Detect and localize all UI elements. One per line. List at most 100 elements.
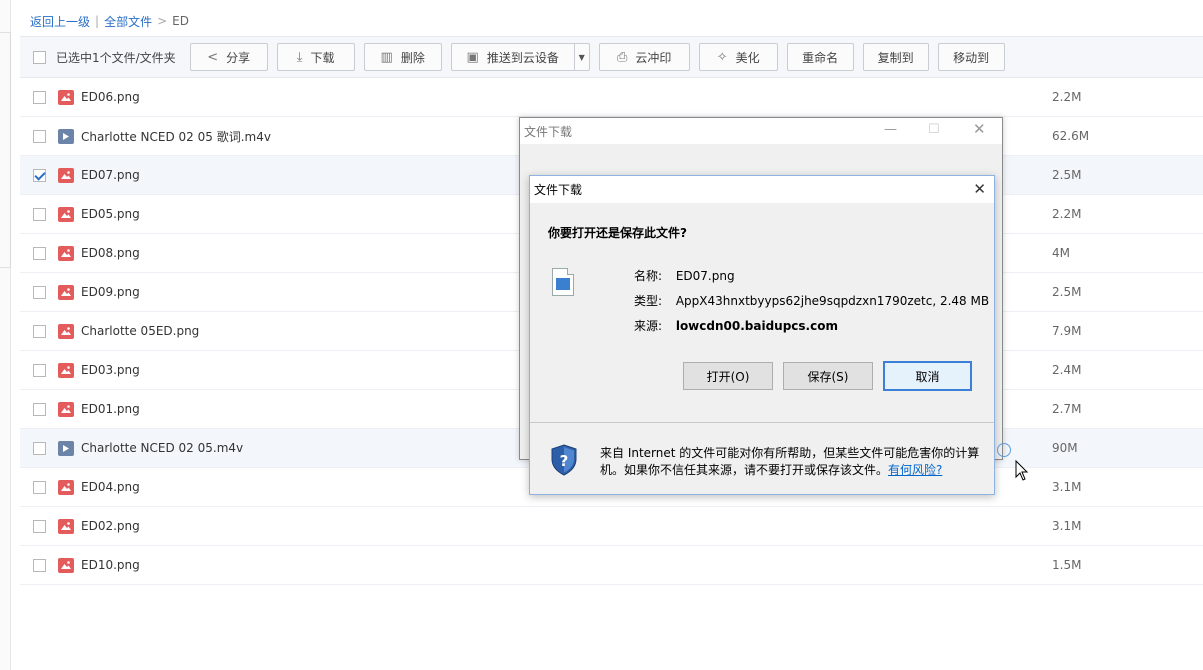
printer-icon: ⎙ xyxy=(616,49,628,65)
file-name[interactable]: ED05.png xyxy=(81,207,140,221)
copy-to-button[interactable]: 复制到 xyxy=(862,43,929,71)
download-label: 下载 xyxy=(310,50,335,65)
file-name[interactable]: ED04.png xyxy=(81,480,140,494)
file-size: 7.9M xyxy=(1052,324,1082,338)
delete-button[interactable]: ▥ 删除 xyxy=(363,43,442,71)
outer-close-icon[interactable]: ✕ xyxy=(973,120,986,138)
print-label: 云冲印 xyxy=(635,50,672,65)
push-dropdown-icon[interactable]: ▼ xyxy=(573,44,589,70)
trash-icon: ▥ xyxy=(380,49,393,65)
file-checkbox[interactable] xyxy=(33,168,46,182)
video-file-icon xyxy=(58,440,74,456)
file-checkbox[interactable] xyxy=(33,285,46,299)
image-file-icon xyxy=(58,89,74,105)
download-icon: ⤓ xyxy=(296,49,303,65)
toolbar: 已选中1个文件/文件夹 < 分享 ⤓ 下载 ▥ 删除 ▣ 推送到云设备 ▼ ⎙ 云冲印 ✧… xyxy=(20,36,1203,78)
file-name[interactable]: ED03.png xyxy=(81,363,140,377)
file-size: 3.1M xyxy=(1052,519,1082,533)
magic-wand-icon: ✧ xyxy=(716,49,728,65)
file-size: 2.4M xyxy=(1052,363,1082,377)
print-button[interactable]: ⎙ 云冲印 xyxy=(598,43,690,71)
rename-button[interactable]: 重命名 xyxy=(786,43,854,71)
file-name[interactable]: Charlotte 05ED.png xyxy=(81,324,199,338)
all-files-link[interactable]: 全部文件 xyxy=(104,13,152,30)
file-size: 2.5M xyxy=(1052,285,1082,299)
close-icon[interactable]: ✕ xyxy=(973,180,986,198)
name-value: ED07.png xyxy=(675,269,735,283)
file-size: 2.7M xyxy=(1052,402,1082,416)
file-icon xyxy=(552,268,574,296)
video-file-icon xyxy=(58,128,74,144)
file-row[interactable]: ED10.png 1.5M xyxy=(20,546,1203,585)
file-size: 2.2M xyxy=(1052,90,1082,104)
file-name[interactable]: ED09.png xyxy=(81,285,140,299)
back-link[interactable]: 返回上一级 xyxy=(30,13,90,30)
breadcrumb-divider: | xyxy=(95,14,100,28)
breadcrumb-current: ED xyxy=(172,14,189,28)
open-button[interactable]: 打开(O) xyxy=(683,362,773,390)
file-checkbox[interactable] xyxy=(33,402,46,416)
name-label: 名称: xyxy=(634,269,663,283)
delete-label: 删除 xyxy=(400,50,425,65)
push-button[interactable]: ▣ 推送到云设备 ▼ xyxy=(450,43,590,71)
source-label: 来源: xyxy=(634,319,663,333)
file-checkbox[interactable] xyxy=(33,480,46,494)
source-row: 来源: lowcdn00.baidupcs.com xyxy=(634,317,838,334)
image-file-icon xyxy=(58,557,74,573)
file-checkbox[interactable] xyxy=(33,246,46,260)
download-button[interactable]: ⤓ 下载 xyxy=(276,43,355,71)
file-name[interactable]: Charlotte NCED 02 05.m4v xyxy=(81,441,243,455)
file-name[interactable]: ED07.png xyxy=(81,168,140,182)
file-row[interactable]: ED06.png 2.2M xyxy=(20,78,1203,117)
push-label: 推送到云设备 xyxy=(486,50,559,65)
type-row: 类型: AppX43hnxtbyyps62jhe9sqpdzxn1790zetc… xyxy=(634,292,989,309)
file-name[interactable]: Charlotte NCED 02 05 歌词.m4v xyxy=(81,128,271,145)
beautify-label: 美化 xyxy=(735,50,760,65)
maximize-icon: ☐ xyxy=(928,122,940,137)
share-label: 分享 xyxy=(226,50,251,65)
file-row[interactable]: ED02.png 3.1M xyxy=(20,507,1203,546)
image-file-icon xyxy=(58,323,74,339)
file-size: 2.5M xyxy=(1052,168,1082,182)
type-label: 类型: xyxy=(634,294,663,308)
image-file-icon xyxy=(58,284,74,300)
image-file-icon xyxy=(58,479,74,495)
move-to-button[interactable]: 移动到 xyxy=(937,43,1005,71)
shield-question-icon: ? xyxy=(551,444,577,476)
file-checkbox[interactable] xyxy=(33,441,46,455)
file-checkbox[interactable] xyxy=(33,558,46,572)
name-row: 名称: ED07.png xyxy=(634,267,735,284)
file-name[interactable]: ED06.png xyxy=(81,90,140,104)
sidebar-edge-mark xyxy=(0,32,11,268)
select-all-checkbox[interactable] xyxy=(33,50,46,64)
dialog-question: 你要打开还是保存此文件? xyxy=(548,226,687,240)
more-options-icon[interactable] xyxy=(997,443,1011,457)
file-name[interactable]: ED10.png xyxy=(81,558,140,572)
image-file-icon xyxy=(58,518,74,534)
file-checkbox[interactable] xyxy=(33,129,46,143)
file-checkbox[interactable] xyxy=(33,519,46,533)
file-size: 62.6M xyxy=(1052,129,1090,143)
svg-text:?: ? xyxy=(560,452,569,470)
cancel-button[interactable]: 取消 xyxy=(883,361,972,391)
image-file-icon xyxy=(58,401,74,417)
save-button[interactable]: 保存(S) xyxy=(783,362,873,390)
image-file-icon xyxy=(58,206,74,222)
file-size: 2.2M xyxy=(1052,207,1082,221)
device-icon: ▣ xyxy=(466,49,479,65)
beautify-button[interactable]: ✧ 美化 xyxy=(698,43,778,71)
file-checkbox[interactable] xyxy=(33,363,46,377)
file-checkbox[interactable] xyxy=(33,90,46,104)
file-checkbox[interactable] xyxy=(33,324,46,338)
file-size: 90M xyxy=(1052,441,1078,455)
file-name[interactable]: ED02.png xyxy=(81,519,140,533)
file-name[interactable]: ED01.png xyxy=(81,402,140,416)
dialog-title: 文件下载 xyxy=(530,176,994,203)
share-icon: < xyxy=(207,49,219,65)
minimize-icon[interactable]: — xyxy=(884,122,897,137)
share-button[interactable]: < 分享 xyxy=(189,43,268,71)
risk-link[interactable]: 有何风险? xyxy=(888,463,942,477)
file-name[interactable]: ED08.png xyxy=(81,246,140,260)
page: 返回上一级 | 全部文件 > ED 已选中1个文件/文件夹 < 分享 ⤓ 下载 ▥ 删… xyxy=(0,0,1203,670)
file-checkbox[interactable] xyxy=(33,207,46,221)
